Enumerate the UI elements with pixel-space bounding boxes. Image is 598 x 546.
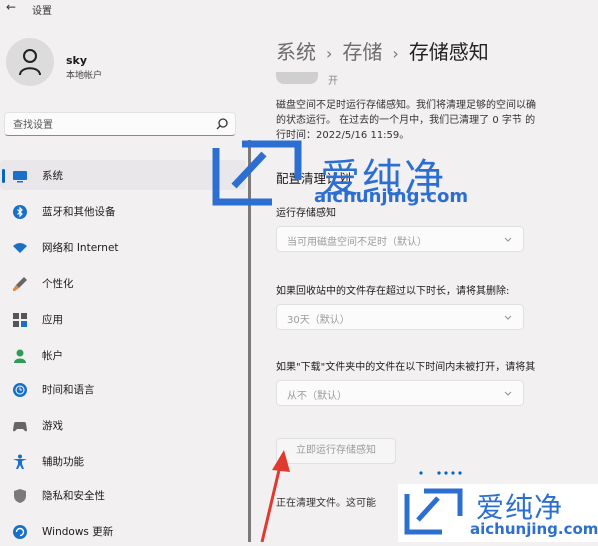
description-line: 行时间：2022/5/16 11:59。 <box>276 130 410 141</box>
storage-sense-toggle[interactable] <box>276 72 318 84</box>
breadcrumb-separator: › <box>392 44 399 63</box>
monitor-icon <box>13 171 27 183</box>
sidebar-item-system[interactable]: 系统 <box>0 160 246 190</box>
chevron-down-icon <box>504 391 512 396</box>
sidebar-item-bluetooth[interactable]: 蓝牙和其他设备 <box>0 196 246 226</box>
progress-dots <box>419 471 462 475</box>
annotation-arrow-icon <box>260 450 290 542</box>
sidebar-item-label: 辅助功能 <box>42 456 84 468</box>
sidebar-item-label: 应用 <box>42 314 63 326</box>
avatar[interactable] <box>6 38 54 86</box>
update-icon <box>13 525 27 539</box>
apps-icon <box>13 313 27 327</box>
shield-icon <box>14 489 26 503</box>
select-value: 从不（默认） <box>287 391 347 402</box>
sidebar-item-label: 个性化 <box>42 278 74 290</box>
app-title: 设置 <box>32 6 52 17</box>
select-value: 30天（默认） <box>287 315 350 326</box>
sidebar-item-label: 隐私和安全性 <box>42 490 105 502</box>
watermark-logo-icon <box>212 140 302 206</box>
gamepad-icon <box>13 422 27 432</box>
run-schedule-select[interactable]: 当可用磁盘空间不足时（默认） <box>276 226 524 252</box>
sidebar-item-label: 蓝牙和其他设备 <box>42 206 116 218</box>
sidebar-item-privacy[interactable]: 隐私和安全性 <box>0 480 246 510</box>
recycle-bin-label: 如果回收站中的文件存在超过以下时长，请将其删除: <box>276 286 510 297</box>
page-title: 存储感知 <box>408 40 489 64</box>
toggle-state-label: 开 <box>328 76 338 87</box>
main-content: 系统 › 存储 › 存储感知 开 磁盘空间不足时运行存储感知。我们将清理足够的空间以确 … <box>252 18 598 542</box>
breadcrumb-separator: › <box>326 44 333 63</box>
sidebar-item-personalization[interactable]: 个性化 <box>0 268 246 298</box>
sidebar-item-label: 游戏 <box>42 420 63 432</box>
downloads-label: 如果"下载"文件夹中的文件在以下时间内未被打开，请将其 <box>276 362 536 373</box>
wifi-icon <box>13 243 27 253</box>
brush-icon <box>13 277 27 291</box>
user-name: sky <box>66 54 88 67</box>
bluetooth-icon <box>13 205 27 219</box>
watermark-badge-logo-icon <box>404 488 463 535</box>
breadcrumb-system[interactable]: 系统 <box>276 40 316 64</box>
description-line: 磁盘空间不足时运行存储感知。我们将清理足够的空间以确 <box>276 100 536 111</box>
chevron-down-icon <box>504 315 512 320</box>
sidebar-item-label: 帐户 <box>42 350 63 362</box>
accessibility-icon <box>13 454 27 469</box>
sidebar-item-accessibility[interactable]: 辅助功能 <box>0 446 246 476</box>
description-line: 的状态运行。 在过去的一个月中，我们已清理了 0 字节 的 <box>276 115 536 126</box>
sidebar-item-apps[interactable]: 应用 <box>0 304 246 334</box>
search-icon[interactable] <box>215 117 229 131</box>
watermark-badge-url: aichunjing.com <box>470 520 598 538</box>
globe-icon <box>13 383 27 397</box>
search-input[interactable] <box>5 114 203 137</box>
sidebar-item-label: 网络和 Internet <box>42 242 119 254</box>
sidebar-item-network[interactable]: 网络和 Internet <box>0 232 246 262</box>
recycle-bin-select[interactable]: 30天（默认） <box>276 304 524 330</box>
downloads-select[interactable]: 从不（默认） <box>276 380 524 406</box>
account-icon <box>14 349 26 363</box>
sidebar: sky 本地帐户 系统 蓝牙和其他设备 网络和 Internet <box>0 18 248 542</box>
back-arrow-icon[interactable]: ← <box>6 0 16 14</box>
breadcrumb: 系统 › 存储 › 存储感知 <box>276 36 489 65</box>
watermark-url: aichunjing.com <box>314 186 469 207</box>
title-bar: ← 设置 <box>0 0 598 18</box>
chevron-down-icon <box>504 237 512 242</box>
sidebar-item-label: 系统 <box>42 170 63 182</box>
sidebar-item-label: Windows 更新 <box>42 526 114 538</box>
sidebar-item-accounts[interactable]: 帐户 <box>0 340 246 370</box>
user-icon <box>19 49 41 76</box>
breadcrumb-storage[interactable]: 存储 <box>342 40 382 64</box>
account-type: 本地帐户 <box>66 71 103 81</box>
sidebar-item-time-language[interactable]: 时间和语言 <box>0 374 246 404</box>
storage-sense-description: 磁盘空间不足时运行存储感知。我们将清理足够的空间以确 的状态运行。 在过去的一个… <box>276 98 598 143</box>
search-box[interactable] <box>4 112 236 137</box>
sidebar-item-label: 时间和语言 <box>42 384 95 396</box>
sidebar-item-gaming[interactable]: 游戏 <box>0 410 246 440</box>
select-value: 当可用磁盘空间不足时（默认） <box>287 237 427 248</box>
selection-indicator <box>2 169 5 183</box>
